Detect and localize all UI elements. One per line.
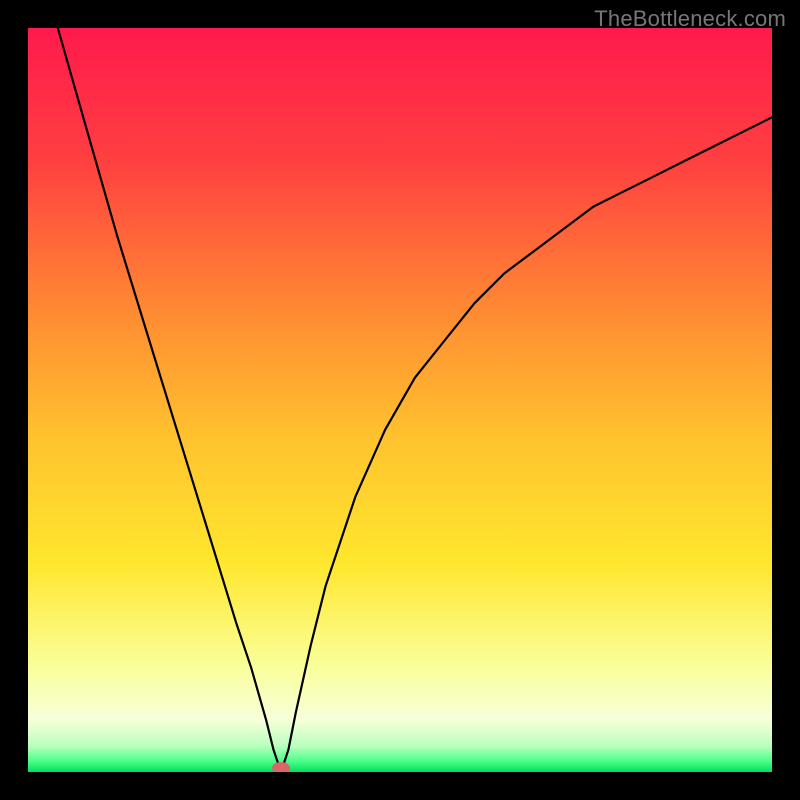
chart-frame: TheBottleneck.com — [0, 0, 800, 800]
optimal-marker — [272, 762, 290, 772]
plot-area — [28, 28, 772, 772]
bottleneck-curve — [28, 28, 772, 772]
